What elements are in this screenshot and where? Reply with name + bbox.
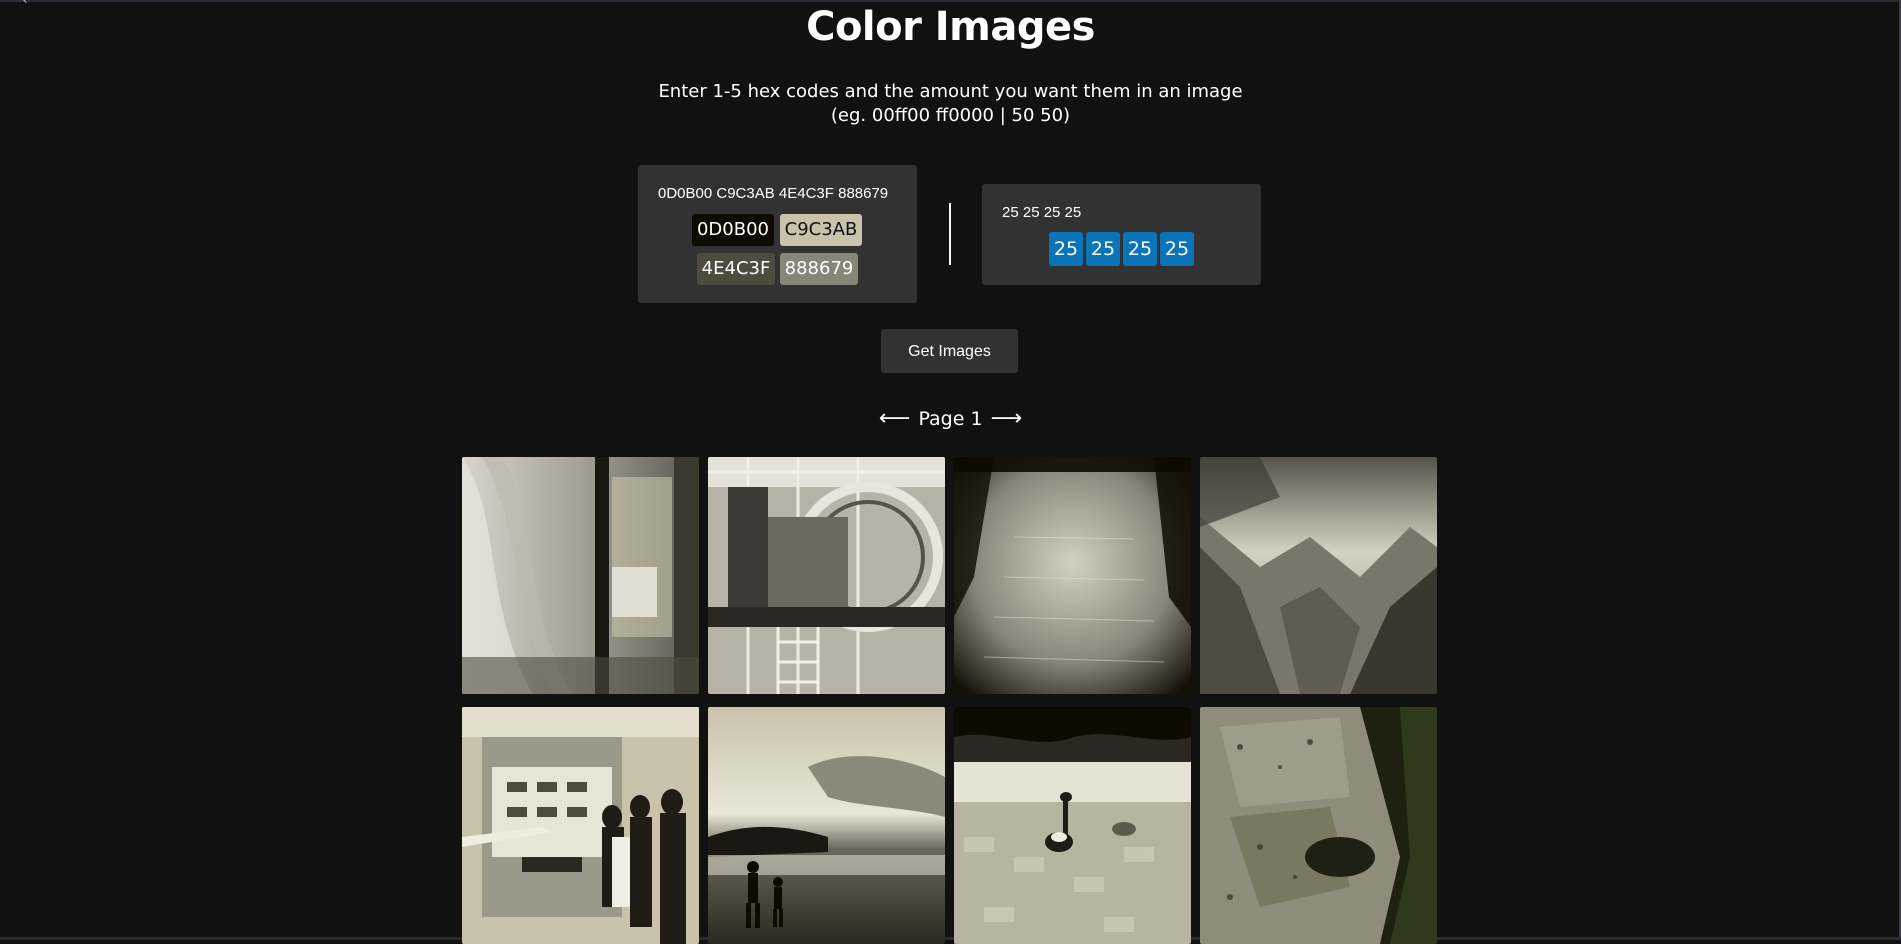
result-image-rock[interactable] [1200,707,1437,944]
hex-chip-0d0b00[interactable]: 0D0B00 [692,214,774,246]
hex-chip-c9c3ab[interactable]: C9C3AB [780,214,862,246]
amounts-panel: 25 25 25 25 25 25 25 25 [982,184,1261,285]
pagination: ⟵ Page 1 ⟶ [0,406,1901,431]
result-image-mountains[interactable] [1200,457,1437,694]
result-image-river[interactable] [954,457,1191,694]
amount-chip-3[interactable]: 25 [1123,232,1157,266]
amounts-input[interactable]: 25 25 25 25 [1002,204,1242,224]
get-images-button[interactable]: Get Images [881,329,1018,373]
hex-codes-panel: 0D0B00 C9C3AB 4E4C3F 888679 0D0B00 C9C3A… [638,165,917,303]
hex-codes-input[interactable]: 0D0B00 C9C3AB 4E4C3F 888679 [658,185,902,205]
panel-divider [949,203,951,265]
instructions: Enter 1-5 hex codes and the amount you w… [0,80,1901,128]
result-image-beach[interactable] [708,707,945,944]
result-image-machine[interactable] [708,457,945,694]
page-title: Color Images [806,4,1095,50]
amount-chip-4[interactable]: 25 [1160,232,1194,266]
result-image-curtain[interactable] [462,457,699,694]
instructions-line-2: (eg. 00ff00 ff0000 | 50 50) [830,105,1071,126]
prev-page-arrow-icon[interactable]: ⟵ [877,406,913,431]
page-label: Page 1 [918,407,983,430]
hex-chip-888679[interactable]: 888679 [780,253,858,285]
amount-chip-2[interactable]: 25 [1086,232,1120,266]
hex-chip-4e4c3f[interactable]: 4E4C3F [697,253,775,285]
next-page-arrow-icon[interactable]: ⟶ [989,406,1025,431]
window-top-border [0,0,1901,2]
amount-chip-1[interactable]: 25 [1049,232,1083,266]
result-image-exhibit[interactable] [462,707,699,944]
result-image-duck[interactable] [954,707,1191,944]
instructions-line-1: Enter 1-5 hex codes and the amount you w… [658,81,1243,102]
